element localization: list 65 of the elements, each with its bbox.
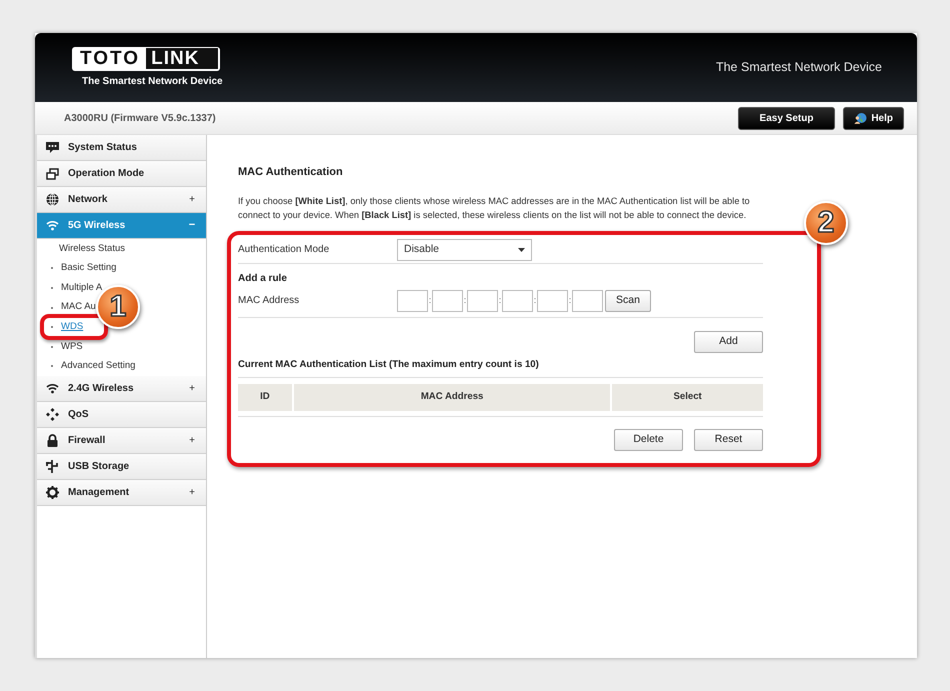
globe-icon (46, 193, 58, 206)
mac-octet-field[interactable] (502, 290, 533, 312)
mode-select[interactable]: Disable (397, 238, 532, 260)
sidebar-item[interactable]: Management + (37, 480, 206, 506)
expand-toggle[interactable]: + (186, 485, 198, 500)
submenu-item[interactable]: WPS (61, 340, 83, 354)
column-header: MAC Address (294, 384, 610, 411)
sidebar-item[interactable]: Operation Mode (37, 161, 206, 187)
scan-button[interactable]: Scan (605, 290, 651, 312)
expand-toggle[interactable]: + (186, 192, 198, 207)
reset-button[interactable]: Reset (694, 428, 763, 451)
field-label: MAC Address (238, 294, 300, 308)
logo-text: TOTO (80, 49, 140, 68)
easy-setup-button[interactable]: Easy Setup (738, 106, 835, 130)
section-heading: Add a rule (238, 272, 288, 286)
step-badge: 2 (804, 200, 848, 244)
sidebar-item[interactable]: QoS (37, 402, 206, 428)
submenu-item[interactable]: Basic Setting (61, 261, 116, 276)
separator-text: : (498, 294, 502, 307)
logo-text: LINK (146, 48, 218, 69)
add-button[interactable]: Add (694, 330, 763, 352)
windows-icon (46, 168, 58, 180)
separator-text: : (568, 294, 572, 307)
sidebar-item[interactable]: 5G Wireless − (37, 213, 206, 239)
separator-text: : (463, 294, 467, 307)
sidebar-item[interactable]: Firewall + (37, 428, 206, 454)
model-label: A3000RU (Firmware V5.9c.1337) (64, 112, 216, 126)
submenu-item[interactable]: Wireless Status (59, 242, 125, 256)
mac-octet-field[interactable] (432, 290, 463, 312)
delete-button[interactable]: Delete (614, 428, 683, 451)
dropdown-arrow-icon (518, 248, 525, 252)
separator-text: : (428, 294, 432, 307)
column-header: Select (612, 384, 763, 411)
mac-octet-field[interactable] (397, 290, 428, 312)
gear-icon (46, 486, 58, 500)
wifi-icon (46, 383, 58, 394)
field-label: Authentication Mode (238, 243, 330, 257)
intro-text: If you choose [White List], only those clients whose wireless MAC addresses are in the MAC Authentication list will be able to connect to your device. When [Black List] is selected, these wireless clients on the list will not be able to connect the device. (238, 194, 751, 222)
list-title: Current MAC Authentication List (The maximum entry count is 10) (238, 358, 763, 378)
submenu-item[interactable]: Multiple A (61, 280, 102, 296)
submenu-item[interactable]: Advanced Setting (61, 359, 136, 374)
sidebar-item[interactable]: USB Storage (37, 454, 206, 480)
four-diamonds-icon (46, 408, 58, 422)
usb-icon (46, 460, 58, 474)
mac-octet-field[interactable] (467, 290, 498, 312)
wifi-icon (46, 220, 58, 231)
page-title: MAC Authentication (238, 165, 344, 180)
column-header: ID (238, 384, 292, 411)
lock-icon (46, 434, 58, 448)
mac-octet-field[interactable] (537, 290, 568, 312)
globe-person-icon (854, 111, 868, 125)
separator-text: : (533, 294, 537, 307)
collapse-toggle[interactable]: − (186, 217, 198, 234)
logo-tagline: The Smartest Network Device (82, 74, 223, 88)
speech-bubble-icon (46, 142, 58, 154)
mac-octet-field[interactable] (572, 290, 603, 312)
expand-toggle[interactable]: + (186, 433, 198, 448)
sidebar-item[interactable]: Network + (37, 187, 206, 213)
sidebar-item[interactable]: System Status (37, 135, 206, 161)
sidebar-item[interactable]: 2.4G Wireless + (37, 376, 206, 402)
submenu-item[interactable]: MAC Au (61, 300, 96, 315)
expand-toggle[interactable]: + (186, 381, 198, 396)
help-button[interactable]: Help (843, 106, 904, 130)
submenu-item[interactable]: WDS (61, 320, 84, 334)
header-tagline: The Smartest Network Device (716, 59, 882, 76)
